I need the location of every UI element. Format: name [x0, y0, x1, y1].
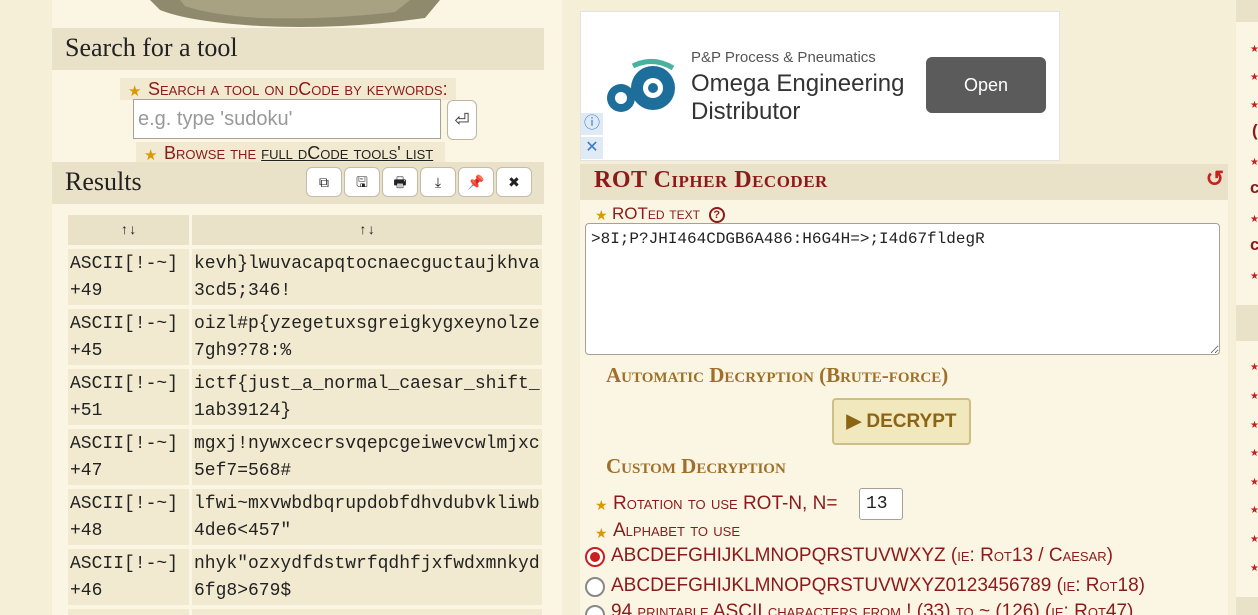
- pin-icon[interactable]: 📌: [458, 167, 494, 197]
- alphabet-value: ABCDEFGHIJKLMNOPQRSTUVWXYZ: [611, 545, 946, 566]
- sidebar-section-header: [1236, 0, 1258, 22]
- cut-off-heading: [596, 0, 996, 2]
- roted-text-input[interactable]: >8I;P?JHI464CDGB6A486:H6G4H=>;I4d67fldeg…: [585, 223, 1220, 355]
- print-icon[interactable]: 🖶: [382, 167, 418, 197]
- ad-info-icon[interactable]: ⓘ: [581, 113, 603, 135]
- table-row-method: ASCII[!-~] +46: [68, 549, 189, 605]
- star-icon: ★: [1250, 448, 1258, 459]
- table-row-method: ASCII[!-~] +49: [68, 249, 189, 305]
- star-icon: ★: [1250, 505, 1258, 516]
- close-icon[interactable]: ✖: [496, 167, 532, 197]
- star-icon: ★: [1250, 214, 1258, 225]
- star-icon: ★: [1250, 44, 1258, 55]
- star-icon: ★: [1250, 271, 1258, 282]
- table-row-method: ASCII[!-~] +48: [68, 489, 189, 545]
- star-icon: ★: [1250, 420, 1258, 431]
- browse-prefix: Browse the: [164, 143, 262, 163]
- gear-logo-icon: [607, 59, 675, 112]
- refresh-icon[interactable]: ↺: [1206, 166, 1224, 192]
- copy-icon[interactable]: ⧉: [306, 167, 342, 197]
- tool-search-input[interactable]: [133, 99, 441, 139]
- alphabet-option-letters[interactable]: ABCDEFGHIJKLMNOPQRSTUVWXYZ (ie: Rot13 / …: [611, 545, 1113, 567]
- table-row-result[interactable]: mgxj!nywxcecrsvqepcgeiwevcwlmjxc 5ef7=56…: [192, 429, 542, 485]
- browse-tools-line: ★ Browse the full dCode tools' list: [136, 142, 446, 164]
- rot-panel-title: ROT Cipher Decoder: [594, 167, 828, 193]
- star-icon: ★: [1250, 100, 1258, 111]
- ad-title[interactable]: Omega Engineering Distributor: [691, 70, 931, 126]
- alphabet-note: (ie: Rot18): [1051, 575, 1145, 596]
- alphabet-value: ABCDEFGHIJKLMNOPQRSTUVWXYZ0123456789: [611, 575, 1052, 596]
- sort-column-result[interactable]: ↑↓: [192, 215, 542, 245]
- hero-image: [150, 0, 440, 27]
- star-icon: ★: [1250, 477, 1258, 488]
- table-row-method: ASCII[!-~] +45: [68, 309, 189, 365]
- star-icon: ★: [595, 497, 608, 513]
- star-icon: ★: [1250, 362, 1258, 373]
- custom-decryption-title: Custom Decryption: [606, 454, 786, 478]
- roted-text-label-text: ROTed text: [612, 204, 700, 223]
- search-submit-button[interactable]: ⏎: [447, 100, 477, 140]
- alphabet-radio-alnum[interactable]: [585, 577, 605, 597]
- search-section-title: Search for a tool: [52, 28, 544, 70]
- help-icon[interactable]: ?: [708, 207, 725, 223]
- right-sidebar: ★ ★ ★ ( ★ c ★ c ★ ★ ★ ★ ★ ★ ★ ★ ★: [1236, 0, 1258, 615]
- sort-column-method[interactable]: ↑↓: [68, 215, 189, 245]
- table-row-result[interactable]: oizl#p{yzegetuxsgreigkygxeynolze 7gh9?78…: [192, 309, 542, 365]
- alphabet-note: (ie: Rot13 / Caesar): [945, 545, 1113, 566]
- table-row-partial: [68, 609, 189, 615]
- sidebar-fragment: (: [1252, 121, 1258, 140]
- save-icon[interactable]: 🖫: [344, 167, 380, 197]
- star-icon: ★: [1250, 157, 1258, 168]
- ad-open-button[interactable]: Open: [926, 57, 1046, 113]
- alphabet-option-ascii[interactable]: 94 printable ASCII characters from ! (33…: [611, 601, 1133, 615]
- alphabet-label: Alphabet to use: [613, 520, 741, 541]
- star-icon: ★: [1250, 72, 1258, 83]
- star-icon: ★: [595, 525, 608, 541]
- ad-close-icon[interactable]: ✕: [581, 137, 603, 159]
- ad-sponsor: P&P Process & Pneumatics: [691, 49, 876, 66]
- keywords-label-text: Search a tool on dCode by keywords:: [148, 79, 448, 99]
- alphabet-radio-ascii[interactable]: [585, 605, 605, 615]
- sidebar-fragment: c: [1250, 235, 1258, 254]
- table-row-method: ASCII[!-~] +51: [68, 369, 189, 425]
- advertisement[interactable]: P&P Process & Pneumatics Omega Engineeri…: [580, 11, 1060, 161]
- left-column: Search for a tool ★ Search a tool on dCo…: [52, 0, 562, 615]
- download-icon[interactable]: ⤓: [420, 167, 456, 197]
- star-icon: ★: [1250, 563, 1258, 574]
- auto-decryption-title: Automatic Decryption (Brute-force): [606, 363, 949, 387]
- table-row-method: ASCII[!-~] +47: [68, 429, 189, 485]
- rot-decoder-panel: ROT Cipher Decoder ↺ ★ ROTed text ? >8I;…: [580, 164, 1228, 615]
- keywords-label: ★ Search a tool on dCode by keywords:: [120, 78, 456, 100]
- alphabet-option-alnum[interactable]: ABCDEFGHIJKLMNOPQRSTUVWXYZ0123456789 (ie…: [611, 575, 1145, 597]
- star-icon: ★: [595, 207, 608, 223]
- star-icon: ★: [1250, 534, 1258, 545]
- full-tools-list-link[interactable]: full dCode tools' list: [261, 143, 433, 163]
- table-row-result[interactable]: kevh}lwuvacapqtocnaecguctaujkhva 3cd5;34…: [192, 249, 542, 305]
- table-row-partial: [192, 609, 542, 615]
- alphabet-radio-letters[interactable]: [585, 547, 605, 567]
- star-icon: ★: [1250, 391, 1258, 402]
- rot-panel-header: ROT Cipher Decoder ↺: [580, 164, 1228, 200]
- table-row-result[interactable]: ictf{just_a_normal_caesar_shift_ 1ab3912…: [192, 369, 542, 425]
- roted-text-label: ROTed text ?: [612, 204, 725, 224]
- rotation-label: Rotation to use ROT-N, N=: [613, 493, 838, 514]
- table-row-result[interactable]: lfwi~mxvwbdbqrupdobfdhvdubvkliwb 4de6<45…: [192, 489, 542, 545]
- alphabet-value: 94 printable ASCII characters from ! (33…: [611, 601, 1040, 615]
- rotation-n-input[interactable]: 13: [859, 488, 903, 520]
- alphabet-note: (ie: Rot47): [1039, 601, 1134, 615]
- sidebar-section-header: [1236, 597, 1258, 615]
- table-row-result[interactable]: nhyk"ozxydfdstwrfqdhfjxfwdxmnkyd 6fg8>67…: [192, 549, 542, 605]
- decrypt-button[interactable]: ▶ DECRYPT: [832, 398, 971, 445]
- sidebar-fragment: c: [1250, 178, 1258, 197]
- sidebar-section-header: [1236, 305, 1258, 341]
